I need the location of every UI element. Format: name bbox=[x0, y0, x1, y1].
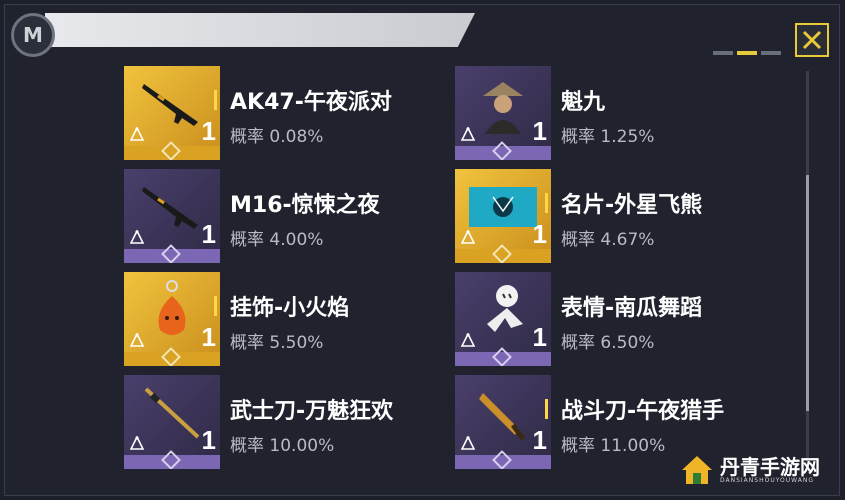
page-indicators bbox=[713, 51, 781, 55]
house-logo-icon bbox=[682, 456, 712, 484]
rifle-icon bbox=[138, 177, 206, 237]
flame-charm-icon bbox=[138, 280, 206, 340]
item-quantity: 1 bbox=[201, 322, 216, 352]
page-indicator-active bbox=[737, 51, 757, 55]
item-name: 表情-南瓜舞蹈 bbox=[561, 296, 703, 321]
reward-card[interactable]: 1 bbox=[455, 66, 551, 160]
item-quantity: 1 bbox=[532, 116, 547, 146]
item-drop-rate: 概率 4.67% bbox=[561, 230, 655, 250]
item-drop-rate: 概率 10.00% bbox=[230, 436, 335, 456]
watermark-subtext: DANSIANSHOUYOUWANG bbox=[720, 476, 815, 484]
tier-icon bbox=[460, 126, 476, 141]
rifle-icon bbox=[138, 74, 206, 134]
item-drop-rate: 概率 5.50% bbox=[230, 333, 324, 353]
reward-card[interactable]: 1 bbox=[124, 169, 220, 263]
highlight-bar bbox=[214, 90, 217, 110]
reward-item[interactable]: 1 名片-外星飞熊概率 4.67% bbox=[455, 169, 775, 263]
reward-item[interactable]: 1 表情-南瓜舞蹈概率 6.50% bbox=[455, 272, 775, 366]
reward-card[interactable]: 1 bbox=[455, 169, 551, 263]
item-name: 武士刀-万魅狂欢 bbox=[230, 399, 394, 424]
reward-card[interactable]: 1 bbox=[455, 375, 551, 469]
item-name: M16-惊悚之夜 bbox=[230, 193, 380, 218]
pumpkin-emote-icon bbox=[469, 280, 537, 340]
item-drop-rate: 概率 0.08% bbox=[230, 127, 324, 147]
character-icon bbox=[469, 74, 537, 134]
highlight-bar bbox=[545, 399, 548, 419]
tier-icon bbox=[460, 229, 476, 244]
reward-item[interactable]: 1 武士刀-万魅狂欢概率 10.00% bbox=[124, 375, 444, 469]
item-quantity: 1 bbox=[532, 322, 547, 352]
katana-icon bbox=[138, 383, 206, 443]
tier-icon bbox=[460, 332, 476, 347]
watermark-text: 丹青手游网 bbox=[720, 454, 820, 479]
combat-knife-icon bbox=[469, 383, 537, 443]
name-card-icon bbox=[469, 177, 537, 237]
tier-icon bbox=[460, 435, 476, 450]
tier-icon bbox=[129, 126, 145, 141]
item-name: AK47-午夜派对 bbox=[230, 90, 392, 115]
reward-item[interactable]: 1 挂饰-小火焰概率 5.50% bbox=[124, 272, 444, 366]
item-name: 挂饰-小火焰 bbox=[230, 296, 350, 321]
reward-card[interactable]: 1 bbox=[124, 66, 220, 160]
watermark: 丹青手游网 DANSIANSHOUYOUWANG bbox=[680, 448, 830, 492]
reward-card[interactable]: 1 bbox=[124, 375, 220, 469]
item-drop-rate: 概率 6.50% bbox=[561, 333, 655, 353]
item-drop-rate: 概率 4.00% bbox=[230, 230, 324, 250]
item-quantity: 1 bbox=[201, 425, 216, 455]
game-logo-icon: M bbox=[11, 13, 55, 57]
item-name: 战斗刀-午夜猎手 bbox=[561, 399, 725, 424]
item-drop-rate: 概率 1.25% bbox=[561, 127, 655, 147]
item-name: 名片-外星飞熊 bbox=[561, 193, 703, 218]
item-quantity: 1 bbox=[532, 425, 547, 455]
page-indicator bbox=[761, 51, 781, 55]
reward-card[interactable]: 1 bbox=[455, 272, 551, 366]
highlight-bar bbox=[214, 296, 217, 316]
reward-item[interactable]: 1 魁九概率 1.25% bbox=[455, 66, 775, 160]
item-quantity: 1 bbox=[201, 116, 216, 146]
close-x-icon bbox=[802, 30, 822, 50]
scrollbar-thumb[interactable] bbox=[806, 175, 809, 411]
item-quantity: 1 bbox=[201, 219, 216, 249]
reward-item[interactable]: 1 AK47-午夜派对概率 0.08% bbox=[124, 66, 444, 160]
item-name: 魁九 bbox=[561, 90, 606, 115]
tier-icon bbox=[129, 229, 145, 244]
close-button[interactable] bbox=[795, 23, 829, 57]
item-drop-rate: 概率 11.00% bbox=[561, 436, 666, 456]
tier-icon bbox=[129, 435, 145, 450]
page-indicator bbox=[713, 51, 733, 55]
reward-item[interactable]: 1 M16-惊悚之夜概率 4.00% bbox=[124, 169, 444, 263]
reward-card[interactable]: 1 bbox=[124, 272, 220, 366]
item-quantity: 1 bbox=[532, 219, 547, 249]
tier-icon bbox=[129, 332, 145, 347]
title-bar bbox=[45, 13, 475, 47]
highlight-bar bbox=[545, 193, 548, 213]
